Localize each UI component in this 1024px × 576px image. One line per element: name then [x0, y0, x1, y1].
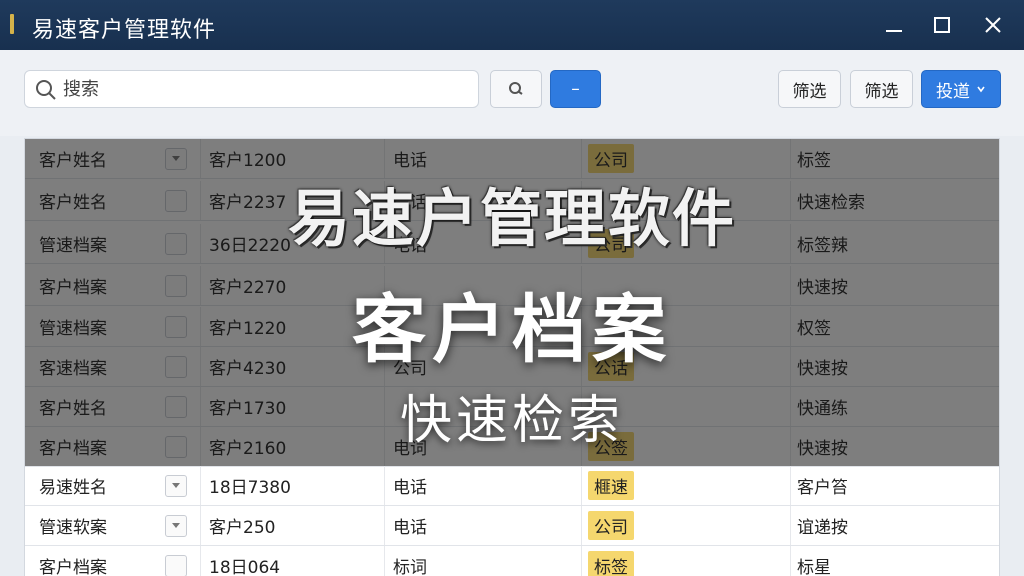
- table-cell-c5: 权签: [797, 319, 831, 339]
- maximize-icon: [934, 17, 950, 33]
- close-icon: [985, 17, 1001, 33]
- triangle-down-icon: [172, 483, 180, 488]
- tag-badge: 标签: [588, 551, 634, 576]
- table-cell-c4: 公话: [582, 347, 791, 386]
- table-cell-c5: 快速按: [797, 278, 848, 298]
- table-row[interactable]: 管速档案 客户1220 权签: [25, 307, 999, 347]
- table-cell-c4: [582, 181, 791, 220]
- table-cell-c3: [385, 387, 582, 426]
- table-cell-c3: [385, 266, 582, 305]
- table-cell-c2: 客户1200: [201, 139, 385, 178]
- search-button[interactable]: [490, 70, 542, 108]
- tag-badge: 公司: [588, 511, 634, 540]
- table-cell-c4: 公司: [582, 506, 791, 545]
- table-cell-c5: 快速检索: [797, 193, 865, 213]
- table-cell-c4: 公司: [582, 224, 791, 263]
- table-cell-c5: 快速按: [797, 359, 848, 379]
- table-row[interactable]: 客户档案 18日064 标词 标签 标星: [25, 546, 999, 576]
- row-select-box[interactable]: [165, 475, 187, 497]
- customer-table: 客户姓名 客户1200 电话 公司 标签 客户姓名 客户2237 电话 快速检索 管速档案 36日2…: [24, 138, 1000, 576]
- table-cell-c2: 客户2160: [201, 427, 385, 466]
- row-select-box[interactable]: [165, 436, 187, 458]
- dropdown-button[interactable]: 投道: [921, 70, 1001, 108]
- window-title: 易速客户管理软件: [32, 18, 217, 43]
- collapse-button[interactable]: –: [550, 70, 601, 108]
- search-box[interactable]: [24, 70, 479, 108]
- search-icon: [509, 82, 523, 95]
- maximize-button[interactable]: [924, 10, 960, 40]
- close-button[interactable]: [975, 10, 1011, 40]
- row-select-box[interactable]: [165, 316, 187, 338]
- table-cell-c5: 谊递按: [797, 518, 848, 538]
- row-select-box[interactable]: [165, 356, 187, 378]
- title-bar: 易速客户管理软件: [0, 0, 1024, 50]
- table-cell-c3: 电话: [385, 181, 582, 220]
- row-select-box[interactable]: [165, 275, 187, 297]
- table-cell-c3: [385, 307, 582, 346]
- table-row[interactable]: 客速档案 客户4230 公司 公话 快速按: [25, 347, 999, 387]
- triangle-down-icon: [172, 523, 180, 528]
- table-cell-c4: 公司: [582, 139, 791, 178]
- search-input[interactable]: [63, 75, 293, 103]
- row-select-box[interactable]: [165, 233, 187, 255]
- row-select-box[interactable]: [165, 190, 187, 212]
- table-row[interactable]: 易速姓名 18日7380 电话 榧速 客户笞: [25, 466, 999, 506]
- table-cell-c4: [582, 266, 791, 305]
- table-cell-c4: 公签: [582, 427, 791, 466]
- table-row[interactable]: 客户姓名 客户1730 快通练: [25, 387, 999, 427]
- table-cell-c3: 标词: [385, 546, 582, 576]
- table-cell-c4: 榧速: [582, 466, 791, 505]
- table-cell-c2: 36日2220: [201, 224, 385, 263]
- table-cell-c3: 电话: [385, 506, 582, 545]
- table-cell-c5: 快速按: [797, 439, 848, 459]
- table-cell-c5: 客户笞: [797, 478, 848, 498]
- tag-badge: 公签: [588, 432, 634, 461]
- table-cell-c5: 标签辣: [797, 236, 848, 256]
- table-cell-c5: 标星: [797, 558, 831, 576]
- tag-badge: 公司: [588, 229, 634, 258]
- table-cell-c4: 标签: [582, 546, 791, 576]
- app-accent-mark: [10, 14, 14, 34]
- filter-button-1[interactable]: 筛选: [778, 70, 841, 108]
- table-cell-c3: 电词: [385, 427, 582, 466]
- table-cell-c2: 客户2270: [201, 266, 385, 305]
- triangle-down-icon: [172, 156, 180, 161]
- minimize-icon: [886, 30, 902, 32]
- toolbar: – 筛选 筛选 投道: [0, 50, 1024, 136]
- table-cell-c3: 电话: [385, 224, 582, 263]
- table-row[interactable]: 管速软案 客户250 电话 公司 谊递按: [25, 506, 999, 546]
- table-row[interactable]: 客户姓名 客户1200 电话 公司 标签: [25, 139, 999, 179]
- table-cell-c2: 18日7380: [201, 466, 385, 505]
- row-select-box[interactable]: [165, 396, 187, 418]
- tag-badge: 公司: [588, 144, 634, 173]
- table-cell-c2: 客户1730: [201, 387, 385, 426]
- dropdown-button-label: 投道: [936, 81, 970, 102]
- table-cell-c3: 公司: [385, 347, 582, 386]
- table-cell-c2: 客户2237: [201, 181, 385, 220]
- table-row[interactable]: 管速档案 36日2220 电话 公司 标签辣: [25, 224, 999, 264]
- table-cell-c2: 客户250: [201, 506, 385, 545]
- table-cell-c5: 快通练: [797, 399, 848, 419]
- table-cell-c5: 标签: [797, 151, 831, 171]
- table-cell-c3: 电话: [385, 466, 582, 505]
- table-cell-c3: 电话: [385, 139, 582, 178]
- tag-badge: 公话: [588, 352, 634, 381]
- table-row[interactable]: 客户档案 客户2160 电词 公签 快速按: [25, 427, 999, 467]
- minimize-button[interactable]: [876, 10, 912, 40]
- row-select-box[interactable]: [165, 515, 187, 537]
- table-row[interactable]: 客户姓名 客户2237 电话 快速检索: [25, 181, 999, 221]
- table-cell-c2: 18日064: [201, 546, 385, 576]
- tag-badge: 榧速: [588, 471, 634, 500]
- table-row[interactable]: 客户档案 客户2270 快速按: [25, 266, 999, 306]
- filter-button-2[interactable]: 筛选: [850, 70, 913, 108]
- row-select-box[interactable]: [165, 148, 187, 170]
- table-cell-c4: [582, 307, 791, 346]
- table-cell-c4: [582, 387, 791, 426]
- row-select-box[interactable]: [165, 555, 187, 576]
- table-cell-c2: 客户4230: [201, 347, 385, 386]
- table-cell-c2: 客户1220: [201, 307, 385, 346]
- chevron-down-icon: [977, 86, 985, 93]
- search-icon: [36, 80, 56, 100]
